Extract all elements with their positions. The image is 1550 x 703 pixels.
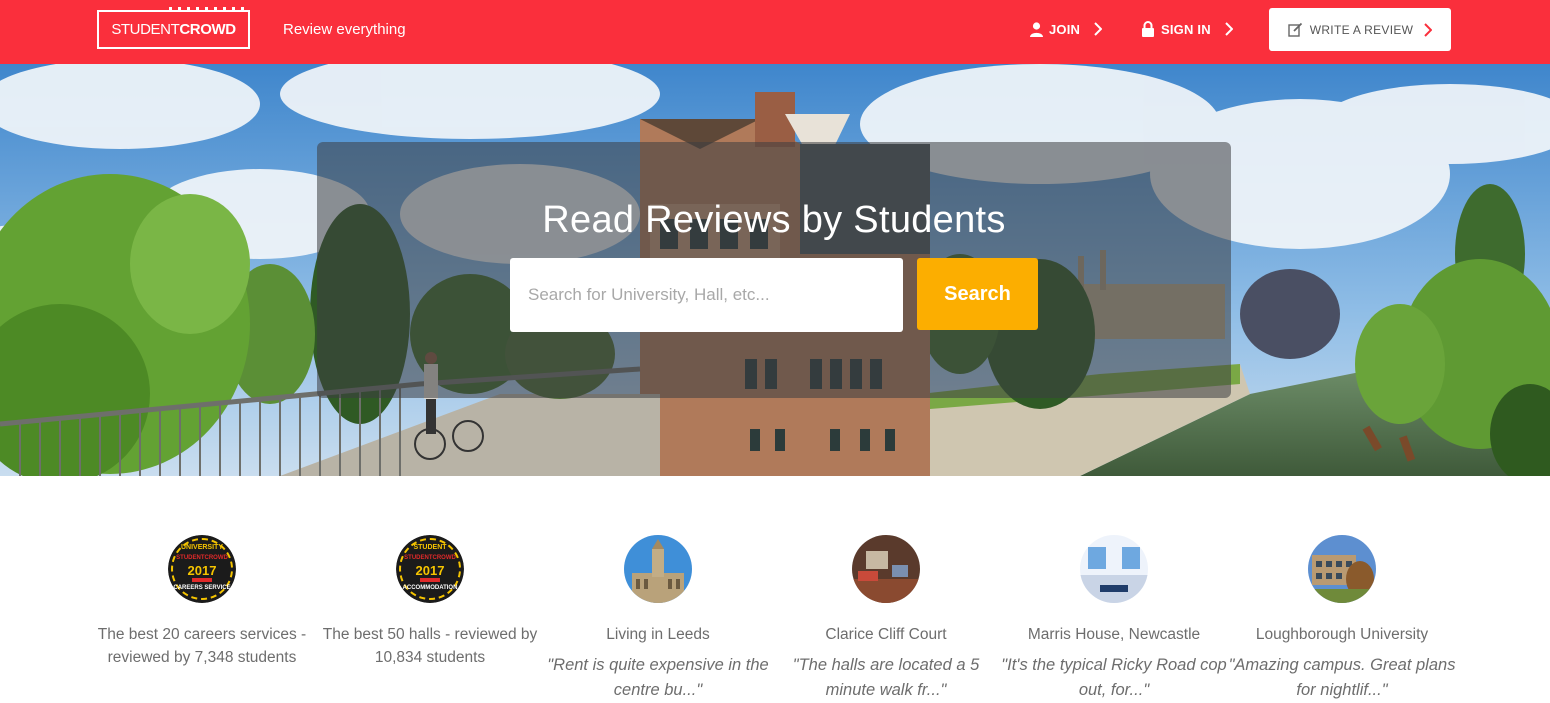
- search-panel: Read Reviews by Students Search: [317, 142, 1231, 398]
- write-review-button[interactable]: WRITE A REVIEW: [1269, 8, 1451, 51]
- loughborough-campus-photo: [1308, 535, 1376, 603]
- logo-crowd-dots: [169, 7, 249, 10]
- sign-in-link[interactable]: SIGN IN: [1141, 18, 1233, 40]
- badge-top-text: UNIVERSITY: [180, 544, 223, 551]
- feature-title[interactable]: The best 20 careers services - reviewed …: [88, 623, 316, 669]
- badge-top-text: STUDENT: [413, 544, 447, 551]
- careers-award-badge: UNIVERSITY STUDENTCROWD 2017 CAREERS SER…: [168, 535, 236, 603]
- feature-item-clarice-cliff-court[interactable]: Clarice Cliff Court "The halls are locat…: [772, 535, 1000, 703]
- write-review-label: WRITE A REVIEW: [1309, 22, 1414, 37]
- badge-mid-text: STUDENTCROWD: [404, 555, 456, 561]
- logo-text-student: STUDENT: [111, 21, 180, 38]
- site-tagline: Review everything: [283, 21, 406, 38]
- edit-icon: [1288, 22, 1303, 37]
- feature-title[interactable]: The best 50 halls - reviewed by 10,834 s…: [316, 623, 544, 669]
- feature-title[interactable]: Loughborough University: [1228, 623, 1456, 646]
- feature-item-leeds[interactable]: Living in Leeds "Rent is quite expensive…: [544, 535, 772, 703]
- badge-year-text: 2017: [187, 563, 217, 578]
- feature-item-halls[interactable]: STUDENT STUDENTCROWD 2017 ACCOMMODATION …: [316, 535, 544, 669]
- feature-quote: "Amazing campus. Great plans for nightli…: [1228, 656, 1456, 699]
- feature-title[interactable]: Clarice Cliff Court: [772, 623, 1000, 646]
- hero-title: Read Reviews by Students: [542, 199, 1006, 241]
- feature-title[interactable]: Living in Leeds: [544, 623, 772, 646]
- user-icon: [1030, 21, 1043, 37]
- sign-in-label: SIGN IN: [1161, 21, 1211, 37]
- leeds-town-hall-photo: [624, 535, 692, 603]
- logo-text-crowd: CROWD: [179, 21, 236, 38]
- feature-item-careers-services[interactable]: UNIVERSITY STUDENTCROWD 2017 CAREERS SER…: [88, 535, 316, 669]
- marris-house-room-photo: [1080, 535, 1148, 603]
- lock-icon: [1141, 21, 1155, 37]
- feature-item-marris-house[interactable]: Marris House, Newcastle "It's the typica…: [1000, 535, 1228, 703]
- search-button[interactable]: Search: [917, 258, 1038, 330]
- feature-title[interactable]: Marris House, Newcastle: [1000, 623, 1228, 646]
- join-link[interactable]: JOIN: [1030, 18, 1103, 40]
- search-input[interactable]: [510, 258, 903, 332]
- badge-bottom-text: CAREERS SERVICE: [173, 585, 231, 591]
- clarice-cliff-room-photo: [852, 535, 920, 603]
- feature-item-loughborough[interactable]: Loughborough University "Amazing campus.…: [1228, 535, 1456, 703]
- feature-quote: "Rent is quite expensive in the centre b…: [547, 656, 769, 699]
- studentcrowd-logo[interactable]: STUDENT CROWD: [97, 7, 250, 49]
- hero-banner: Read Reviews by Students Search: [0, 64, 1550, 476]
- chevron-right-icon: [1225, 22, 1233, 36]
- join-label: JOIN: [1049, 21, 1081, 37]
- top-navigation-bar: STUDENT CROWD Review everything JOIN SIGN…: [0, 0, 1550, 64]
- feature-quote: "It's the typical Ricky Road cop out, fo…: [1001, 656, 1227, 699]
- feature-quote: "The halls are located a 5 minute walk f…: [792, 656, 980, 699]
- featured-reviews: UNIVERSITY STUDENTCROWD 2017 CAREERS SER…: [88, 535, 1456, 700]
- chevron-right-icon: [1094, 22, 1103, 36]
- chevron-right-icon: [1424, 22, 1433, 37]
- badge-bottom-text: ACCOMMODATION: [402, 585, 458, 591]
- accommodation-award-badge: STUDENT STUDENTCROWD 2017 ACCOMMODATION: [396, 535, 464, 603]
- badge-mid-text: STUDENTCROWD: [176, 555, 228, 561]
- badge-year-text: 2017: [415, 563, 445, 578]
